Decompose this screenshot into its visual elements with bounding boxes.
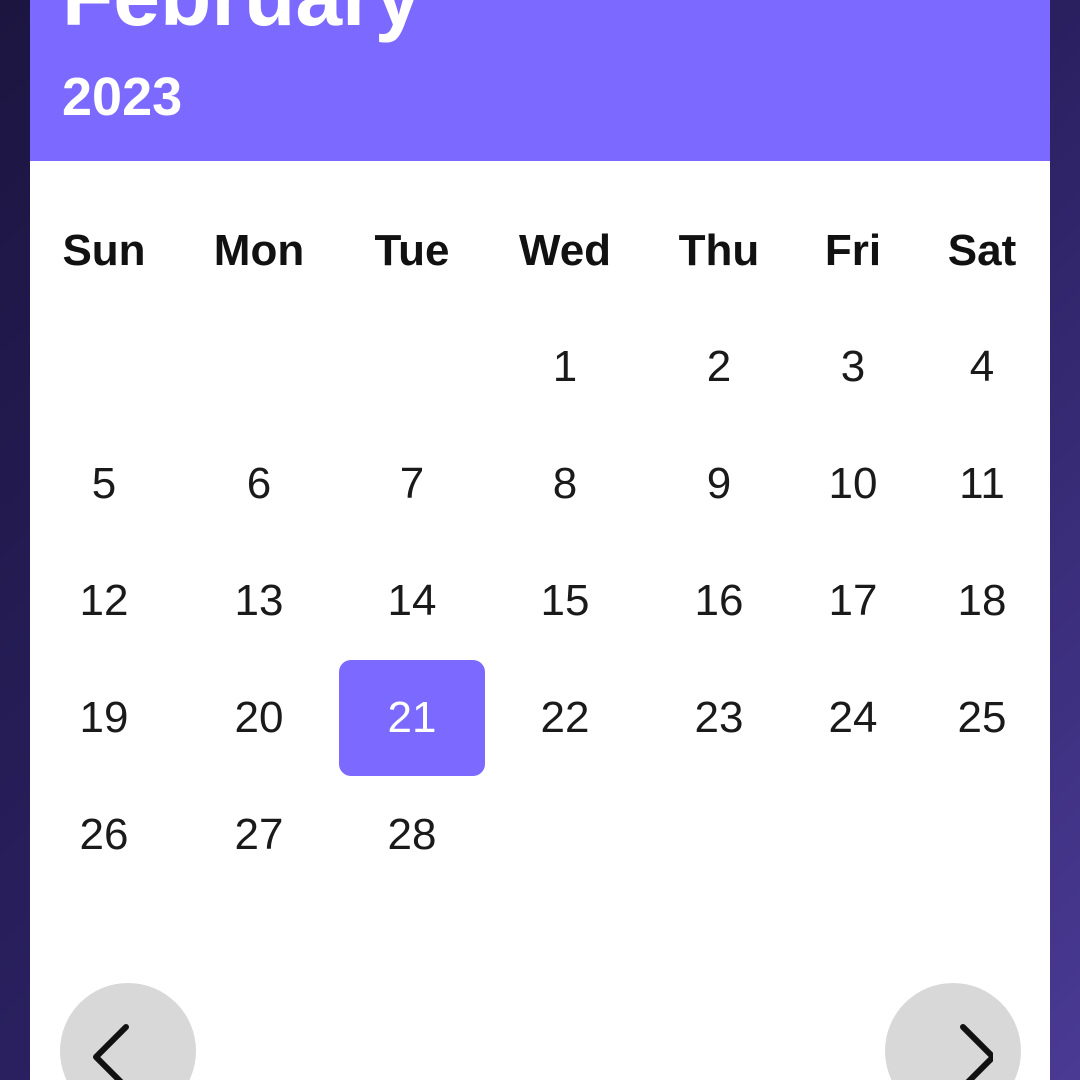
day-cell[interactable]: 20: [186, 660, 332, 776]
day-cell[interactable]: 18: [909, 543, 1050, 659]
weekday-sun: Sun: [62, 226, 146, 275]
day-cell[interactable]: 8: [492, 426, 638, 542]
chevron-left-icon: [93, 1024, 129, 1080]
day-cell[interactable]: 1: [492, 309, 638, 425]
day-cell[interactable]: 12: [31, 543, 177, 659]
weekday-mon: Mon: [213, 226, 305, 275]
day-cell[interactable]: 14: [339, 543, 485, 659]
day-cell[interactable]: 10: [780, 426, 926, 542]
day-cell[interactable]: 15: [492, 543, 638, 659]
day-cell[interactable]: 16: [646, 543, 792, 659]
weekday-wed: Wed: [518, 226, 612, 275]
weekday-sat: Sat: [947, 226, 1017, 275]
selected-day-cell[interactable]: 21: [339, 660, 485, 776]
year-label: 2023: [62, 67, 183, 127]
day-cell[interactable]: 23: [646, 660, 792, 776]
day-cell[interactable]: 22: [492, 660, 638, 776]
day-cell[interactable]: 5: [31, 426, 177, 542]
day-cell[interactable]: 9: [646, 426, 792, 542]
day-cell[interactable]: 19: [31, 660, 177, 776]
day-cell[interactable]: 17: [780, 543, 926, 659]
weekday-thu: Thu: [678, 226, 760, 275]
weekday-tue: Tue: [374, 226, 450, 275]
next-month-button[interactable]: [885, 983, 1021, 1080]
day-cell[interactable]: 13: [186, 543, 332, 659]
day-cell[interactable]: 27: [186, 777, 332, 893]
weekday-fri: Fri: [824, 226, 882, 275]
calendar-card: February 2023 SunMonTueWedThuFriSat 1234…: [30, 0, 1050, 1080]
day-cell[interactable]: 3: [780, 309, 926, 425]
day-cell[interactable]: 26: [31, 777, 177, 893]
calendar-header: February 2023: [30, 0, 1050, 161]
day-cell[interactable]: 24: [780, 660, 926, 776]
day-cell[interactable]: 2: [646, 309, 792, 425]
day-cell[interactable]: 6: [186, 426, 332, 542]
day-cell[interactable]: 11: [909, 426, 1050, 542]
day-cell[interactable]: 25: [909, 660, 1050, 776]
day-cell[interactable]: 4: [909, 309, 1050, 425]
previous-month-button[interactable]: [60, 983, 196, 1080]
day-cell[interactable]: 7: [339, 426, 485, 542]
day-cell[interactable]: 28: [339, 777, 485, 893]
month-title: February: [62, 0, 421, 38]
chevron-right-icon: [960, 1024, 993, 1080]
